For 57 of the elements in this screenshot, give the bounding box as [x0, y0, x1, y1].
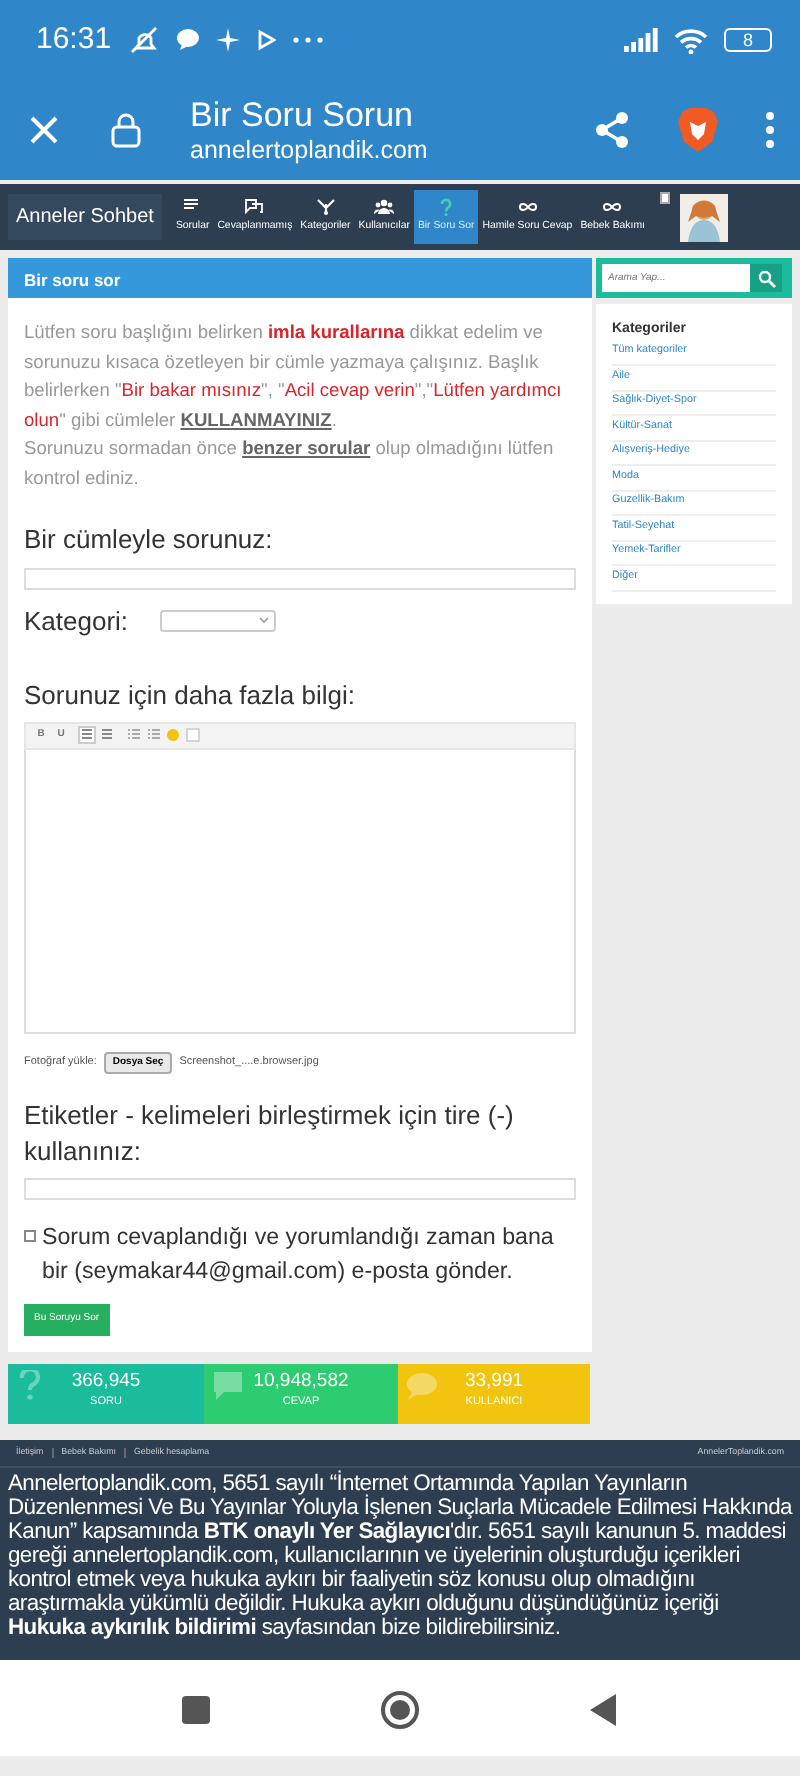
checkbox[interactable]: [24, 1230, 36, 1242]
text-link[interactable]: benzer sorular: [242, 438, 371, 458]
input-field[interactable]: [24, 567, 576, 589]
home-icon[interactable]: [379, 1690, 420, 1730]
format-button[interactable]: [98, 726, 116, 744]
fork-icon: [315, 198, 336, 217]
list-icon: [146, 728, 160, 742]
legal-notice: Annelertoplandik.com, 5651 sayılı “İnternet Ortamında Yapılan Yayınların Düzenlenmesi Ve Bu Yayınlar Yoluyla İşlenen Suçlarla Mücadele Edilmesi Hakkında Kanun” kapsamında BTK onaylı Yer Sağlayıcı'dır. 5651 sayılı kanunun 5. maddesi gereği annelertoplandik.com, kullanıcılarının ve üyelerinin oluşturduğu içerikleri kontrol etmek veya hukuka aykırı bir faaliyetin söz konusu olup olmadığını araştırmakla yükümlü değildir. Hukuka aykırı olduğunu düşündüğünüz içeriği Hukuka aykırılık bildirimi sayfasından bize bildirebilirsiniz.: [6, 1468, 795, 1644]
back-icon[interactable]: [590, 1694, 619, 1726]
play-icon: [255, 30, 276, 50]
more-dots-icon: [291, 36, 324, 44]
image-icon: [186, 728, 200, 742]
battery-indicator: 8: [724, 28, 772, 52]
question-icon: [436, 198, 457, 217]
page-url: annelertoplandik.com: [190, 135, 428, 165]
more-menu-icon[interactable]: [764, 110, 776, 150]
list-icon: [126, 728, 140, 742]
field-label: Kategori:: [24, 603, 129, 640]
chat-bubble-icon: [175, 28, 200, 52]
muted-bell-icon: [127, 26, 160, 54]
caret-icon: [258, 616, 271, 625]
square-icon[interactable]: [181, 1696, 210, 1724]
intro-paragraph: Sorunuzu sormadan önce benzer sorular olup olmadığını lütfen kontrol ediniz.: [24, 436, 556, 491]
field-label: Bir cümleyle sorunuz:: [24, 522, 275, 558]
text-link[interactable]: KULLANMAYINIZ: [180, 409, 332, 429]
chat-bubble-icon: [406, 1370, 438, 1402]
checkbox-label: Sorum cevaplandığı ve yorumlandığı zaman bana bir (seymakar44@gmail.com) e-posta gönder.: [42, 1222, 556, 1288]
site-brand[interactable]: Anneler Sohbet: [8, 194, 162, 240]
stat-value: 33,991: [464, 1368, 524, 1394]
field-label: Sorunuz için daha fazla bilgi:: [24, 678, 357, 714]
wifi-icon: [674, 27, 708, 53]
intro-paragraph: Lütfen soru başlığını belirken imla kurallarına dikkat edelim ve sorunuzu kısaca özetleyen bir cümle yazmaya çalışınız. Başlık belirlerken "Bir bakar mısınız", "Acil cevap verin","Lütfen yardımcı olun" gibi cümleler KULLANMAYINIZ.: [24, 320, 564, 434]
comment-icon: [212, 1370, 244, 1402]
format-button[interactable]: [144, 726, 162, 744]
signal-icon: [624, 28, 658, 52]
page-title: Bir Soru Sorun: [190, 95, 415, 135]
format-button[interactable]: [124, 726, 142, 744]
align-icon: [80, 728, 94, 742]
stat-value: 366,945: [71, 1368, 141, 1394]
field-label: Etiketler - kelimeleri birleştirmek için tire (-) kullanınız:: [24, 1098, 516, 1170]
small-square-icon: [660, 192, 671, 204]
infinity-icon: [517, 198, 538, 217]
infinity-icon: [602, 198, 623, 217]
close-icon[interactable]: [28, 114, 60, 146]
align-icon: [100, 728, 114, 742]
search-icon: [757, 269, 775, 287]
users-icon: [374, 198, 395, 217]
input-field[interactable]: [24, 1178, 576, 1200]
panel-title: Bir soru sor: [8, 258, 592, 298]
format-button[interactable]: [78, 726, 96, 744]
sparkle-icon: [215, 28, 240, 52]
stat-value: 10,948,582: [253, 1368, 349, 1394]
search-button[interactable]: [750, 264, 782, 292]
chat-bubbles-icon: [244, 198, 265, 217]
lock-icon: [110, 112, 142, 148]
clock-time: 16:31: [36, 19, 112, 60]
share-icon[interactable]: [592, 110, 632, 150]
